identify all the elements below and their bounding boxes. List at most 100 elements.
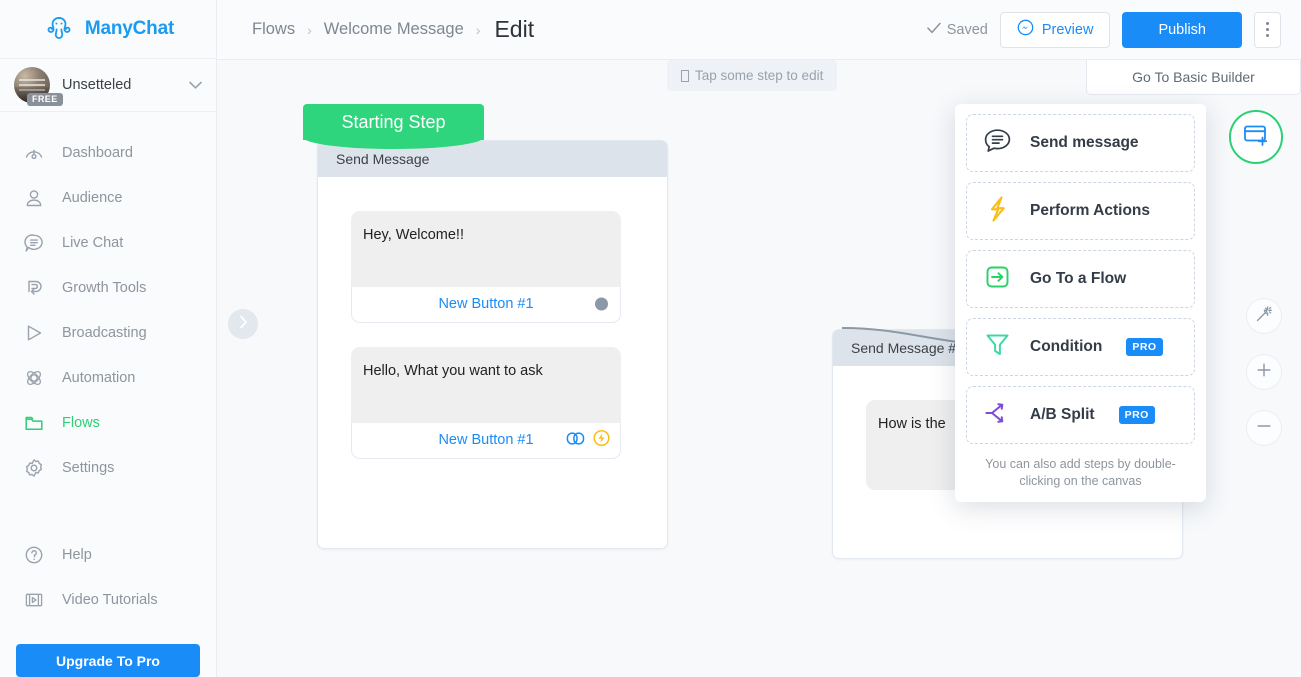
breadcrumb-flows[interactable]: Flows xyxy=(252,20,295,39)
upgrade-to-pro-button[interactable]: Upgrade To Pro xyxy=(16,644,200,677)
zoom-in-button[interactable] xyxy=(1246,354,1282,390)
sidebar-item-label: Broadcasting xyxy=(62,325,147,341)
sidebar-item-label: Audience xyxy=(62,190,122,206)
user-icon xyxy=(22,186,46,210)
octopus-logo-icon xyxy=(42,12,76,46)
sidebar-item-video-tutorials[interactable]: Video Tutorials xyxy=(0,577,216,622)
funnel-icon xyxy=(981,330,1014,365)
send-triangle-icon xyxy=(22,321,46,345)
sidebar-item-growth-tools[interactable]: Growth Tools xyxy=(0,265,216,310)
sidebar-item-help[interactable]: Help xyxy=(0,532,216,577)
brand[interactable]: ManyChat xyxy=(0,0,216,59)
sidebar: ManyChat FREE Unsetteled Dashboard xyxy=(0,0,217,677)
account-switcher[interactable]: FREE Unsetteled xyxy=(0,59,216,112)
popup-item-ab-split[interactable]: A/B Split PRO xyxy=(966,386,1195,444)
sidebar-item-label: Growth Tools xyxy=(62,280,146,296)
publish-button[interactable]: Publish xyxy=(1122,12,1242,48)
more-vertical-icon[interactable] xyxy=(1254,12,1281,48)
flow-node-send-message[interactable]: Send Message Hey, Welcome!! New Button #… xyxy=(317,140,668,549)
magic-wand-icon xyxy=(1255,305,1273,328)
sidebar-item-live-chat[interactable]: Live Chat xyxy=(0,220,216,265)
sidebar-item-label: Video Tutorials xyxy=(62,592,158,608)
message-button[interactable]: New Button #1 xyxy=(351,423,621,459)
messenger-icon xyxy=(1017,19,1034,40)
add-step-popup: Send message Perform Actions xyxy=(955,104,1206,502)
atom-icon xyxy=(22,366,46,390)
popup-item-label: Send message xyxy=(1030,134,1139,152)
popup-item-label: Perform Actions xyxy=(1030,202,1150,220)
video-icon xyxy=(22,588,46,612)
sidebar-item-label: Dashboard xyxy=(62,145,133,161)
message-button-label: New Button #1 xyxy=(438,432,533,448)
popup-footer-hint: You can also add steps by double-clickin… xyxy=(966,454,1195,492)
pro-badge: PRO xyxy=(1126,338,1162,356)
sidebar-item-label: Help xyxy=(62,547,92,563)
popup-item-send-message[interactable]: Send message xyxy=(966,114,1195,172)
save-status: Saved xyxy=(927,22,988,38)
canvas-hint: Tap some step to edit xyxy=(667,60,837,91)
preview-label: Preview xyxy=(1042,22,1094,38)
magnet-icon xyxy=(22,276,46,300)
sidebar-item-dashboard[interactable]: Dashboard xyxy=(0,130,216,175)
collapse-panel-button[interactable] xyxy=(228,309,258,339)
flow-canvas[interactable]: Tap some step to edit Go To Basic Builde… xyxy=(217,60,1301,677)
save-status-label: Saved xyxy=(947,22,988,38)
sidebar-item-label: Settings xyxy=(62,460,114,476)
sidebar-bottom-nav: Help Video Tutorials xyxy=(0,532,216,622)
message-button-icons xyxy=(566,430,610,451)
canvas-tools xyxy=(1246,298,1282,446)
popup-item-perform-actions[interactable]: Perform Actions xyxy=(966,182,1195,240)
arrow-into-box-icon xyxy=(981,262,1014,297)
message-text: Hello, What you want to ask xyxy=(351,347,621,423)
sidebar-item-flows[interactable]: Flows xyxy=(0,400,216,445)
topbar-actions: Saved Preview Publish xyxy=(927,12,1281,48)
sidebar-item-label: Automation xyxy=(62,370,135,386)
account-name: Unsetteled xyxy=(62,77,177,93)
popup-item-label: Go To a Flow xyxy=(1030,270,1126,288)
chevron-down-icon xyxy=(189,78,202,92)
breadcrumb-separator: › xyxy=(307,22,312,38)
canvas-hint-label: Tap some step to edit xyxy=(695,68,823,83)
sidebar-item-settings[interactable]: Settings xyxy=(0,445,216,490)
chat-bubble-icon xyxy=(22,231,46,255)
lightning-bolt-icon[interactable] xyxy=(593,430,610,451)
brand-name: ManyChat xyxy=(85,18,174,40)
gear-icon xyxy=(22,456,46,480)
message-lines-icon xyxy=(981,126,1014,161)
popup-item-condition[interactable]: Condition PRO xyxy=(966,318,1195,376)
sidebar-item-automation[interactable]: Automation xyxy=(0,355,216,400)
sidebar-item-broadcasting[interactable]: Broadcasting xyxy=(0,310,216,355)
avatar-wrap: FREE xyxy=(14,67,50,103)
folder-icon xyxy=(22,411,46,435)
message-bubble: Hey, Welcome!! New Button #1 xyxy=(351,211,621,323)
missing-glyph-icon xyxy=(681,70,689,82)
node-body: Hey, Welcome!! New Button #1 Hello, What… xyxy=(318,177,667,459)
preview-button[interactable]: Preview xyxy=(1000,12,1111,48)
plan-badge: FREE xyxy=(27,93,63,106)
zoom-out-button[interactable] xyxy=(1246,410,1282,446)
link-chain-icon[interactable] xyxy=(566,430,585,450)
popup-item-label: A/B Split xyxy=(1030,406,1095,424)
main-area: Flows › Welcome Message › Edit Saved xyxy=(217,0,1301,677)
sidebar-item-label: Live Chat xyxy=(62,235,123,251)
message-button[interactable]: New Button #1 xyxy=(351,287,621,323)
auto-arrange-button[interactable] xyxy=(1246,298,1282,334)
popup-item-go-to-a-flow[interactable]: Go To a Flow xyxy=(966,250,1195,308)
sidebar-item-audience[interactable]: Audience xyxy=(0,175,216,220)
go-to-basic-builder-tab[interactable]: Go To Basic Builder xyxy=(1086,60,1301,95)
add-step-button[interactable] xyxy=(1229,110,1283,164)
page-title: Edit xyxy=(494,16,534,43)
plus-icon xyxy=(1256,362,1272,383)
split-arrows-icon xyxy=(981,398,1014,433)
question-circle-icon xyxy=(22,543,46,567)
breadcrumb-welcome-message[interactable]: Welcome Message xyxy=(324,20,464,39)
pro-badge: PRO xyxy=(1119,406,1155,424)
message-button-label: New Button #1 xyxy=(438,296,533,312)
check-icon xyxy=(927,22,941,38)
popup-item-label: Condition xyxy=(1030,338,1102,356)
lightning-bolt-icon xyxy=(981,193,1014,230)
connector-dot[interactable] xyxy=(595,298,608,311)
gauge-icon xyxy=(22,141,46,165)
topbar: Flows › Welcome Message › Edit Saved xyxy=(217,0,1301,60)
breadcrumb-separator: › xyxy=(476,22,481,38)
